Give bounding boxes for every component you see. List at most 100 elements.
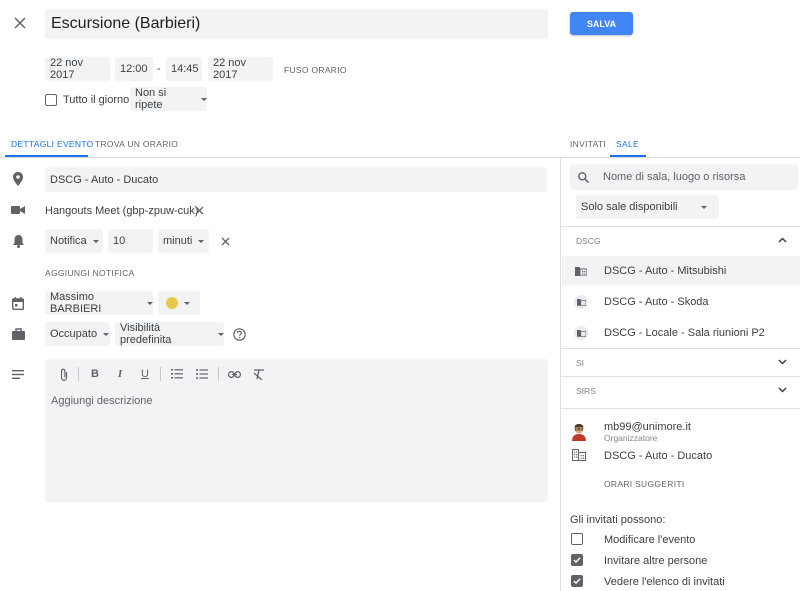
title-input[interactable]: Escursione (Barbieri) — [45, 9, 548, 39]
room-filter-dropdown[interactable]: Solo sale disponibili — [576, 195, 719, 219]
calendar-owner-dropdown[interactable]: Massimo BARBIERI — [45, 291, 153, 315]
calendar-color-dropdown[interactable] — [158, 291, 200, 315]
end-date-field[interactable]: 22 nov 2017 — [208, 57, 273, 81]
tab-event-details[interactable]: DETTAGLI EVENTO — [11, 139, 94, 149]
chevron-down-icon — [147, 301, 153, 305]
close-icon[interactable] — [11, 14, 29, 32]
bulleted-list-icon[interactable] — [195, 367, 209, 381]
underline-icon[interactable]: U — [138, 367, 152, 381]
chevron-down-icon — [198, 239, 205, 243]
room-group-label: DSCG — [576, 236, 601, 246]
save-button-label: SALVA — [586, 18, 617, 29]
avatar — [571, 423, 587, 441]
room-group-dscg[interactable]: DSCG — [560, 226, 800, 254]
link-icon[interactable] — [227, 367, 241, 381]
room-search-placeholder: Nome di sala, luogo o risorsa — [603, 171, 746, 183]
bell-icon — [10, 233, 26, 249]
notification-value-input[interactable]: 10 — [108, 229, 153, 253]
all-day-checkbox[interactable] — [45, 94, 57, 106]
notification-type-dropdown[interactable]: Notifica — [45, 229, 103, 253]
add-notification-link[interactable]: AGGIUNGI NOTIFICA — [45, 268, 135, 278]
permission-checkbox[interactable] — [571, 554, 583, 566]
room-group-label: SIRS — [576, 386, 596, 396]
notification-unit-dropdown[interactable]: minuti — [158, 229, 209, 253]
video-camera-icon — [10, 202, 26, 218]
attachment-icon[interactable] — [57, 367, 71, 381]
all-day-label: Tutto il giorno — [63, 94, 130, 106]
time-separator: - — [157, 63, 161, 75]
permission-checkbox[interactable] — [571, 533, 583, 545]
calendar-owner-text: Massimo BARBIERI — [50, 291, 102, 315]
permission-label: Invitare altre persone — [604, 555, 708, 567]
description-placeholder: Aggiungi descrizione — [51, 395, 153, 407]
notification-value-text: 10 — [113, 235, 126, 247]
rooms-divider — [560, 408, 800, 409]
remove-notification-icon[interactable] — [218, 234, 232, 248]
toolbar-divider — [78, 367, 79, 381]
end-time-text: 14:45 — [171, 63, 199, 75]
chevron-down-icon — [92, 239, 99, 243]
room-item[interactable]: DSCG - Locale - Sala riunioni P2 — [562, 318, 800, 347]
chevron-down-icon — [776, 356, 788, 368]
italic-icon[interactable]: I — [113, 367, 127, 381]
start-date-field[interactable]: 22 nov 2017 — [45, 57, 110, 81]
room-group-si[interactable]: SI — [560, 348, 800, 376]
building-icon — [574, 295, 588, 309]
color-dot — [166, 297, 178, 309]
search-icon — [576, 170, 590, 184]
description-icon — [10, 366, 26, 382]
chevron-down-icon — [201, 97, 207, 101]
notification-type-text: Notifica — [50, 235, 87, 247]
building-icon — [574, 264, 588, 278]
room-group-label: SI — [576, 358, 585, 368]
notification-unit-text: minuti — [163, 235, 193, 247]
left-tabs-divider — [0, 157, 560, 158]
room-item-label: DSCG - Auto - Mitsubishi — [604, 265, 727, 277]
clear-formatting-icon[interactable] — [252, 367, 266, 381]
room-item[interactable]: DSCG - Auto - Mitsubishi — [562, 256, 800, 285]
bold-icon[interactable]: B — [88, 367, 102, 381]
title-text: Escursione (Barbieri) — [51, 15, 201, 32]
chevron-down-icon — [700, 205, 707, 209]
save-button[interactable]: SALVA — [570, 12, 633, 35]
room-filter-text: Solo sale disponibili — [581, 201, 678, 213]
tab-rooms[interactable]: SALE — [616, 139, 639, 149]
conference-link[interactable]: Hangouts Meet (gbp-zpuw-cuk) — [45, 205, 198, 217]
description-editor[interactable]: B I U Aggiungi descrizione — [45, 359, 548, 502]
chevron-down-icon — [184, 301, 190, 305]
building-icon — [571, 448, 587, 462]
visibility-dropdown[interactable]: Visibilità predefinita — [115, 322, 224, 346]
organizer-role: Organizzatore — [604, 433, 658, 443]
remove-conference-icon[interactable] — [192, 203, 206, 217]
briefcase-icon — [10, 326, 26, 342]
tab-guests[interactable]: INVITATI — [570, 139, 606, 149]
repeat-dropdown[interactable]: Non si ripete — [130, 87, 207, 111]
chevron-up-icon — [776, 234, 788, 246]
timezone-link[interactable]: FUSO ORARIO — [284, 65, 347, 75]
chevron-down-icon — [103, 332, 110, 336]
permission-checkbox[interactable] — [571, 575, 583, 587]
calendar-icon — [10, 295, 26, 311]
checkmark-icon — [573, 578, 581, 584]
permission-label: Modificare l'evento — [604, 534, 696, 546]
room-item[interactable]: DSCG - Auto - Skoda — [562, 287, 800, 316]
building-icon — [574, 326, 588, 340]
start-date-text: 22 nov 2017 — [50, 57, 84, 81]
location-input[interactable]: DSCG - Auto - Ducato — [45, 167, 547, 192]
right-tabs-divider — [560, 157, 800, 158]
room-guest-label: DSCG - Auto - Ducato — [604, 450, 713, 462]
end-time-field[interactable]: 14:45 — [166, 57, 202, 81]
checkmark-icon — [573, 557, 581, 563]
toolbar-divider — [160, 367, 161, 381]
suggested-times-link[interactable]: ORARI SUGGERITI — [604, 479, 685, 489]
tab-find-time[interactable]: TROVA UN ORARIO — [95, 139, 178, 149]
room-search-input[interactable]: Nome di sala, luogo o risorsa — [570, 164, 798, 190]
room-group-sirs[interactable]: SIRS — [560, 376, 800, 404]
numbered-list-icon[interactable] — [170, 367, 184, 381]
permission-label: Vedere l'elenco di invitati — [604, 576, 725, 588]
visibility-text: Visibilità predefinita — [120, 322, 172, 346]
start-time-field[interactable]: 12:00 — [115, 57, 153, 81]
help-icon[interactable] — [232, 327, 246, 341]
room-item-label: DSCG - Auto - Skoda — [604, 296, 709, 308]
availability-dropdown[interactable]: Occupato — [45, 322, 110, 346]
